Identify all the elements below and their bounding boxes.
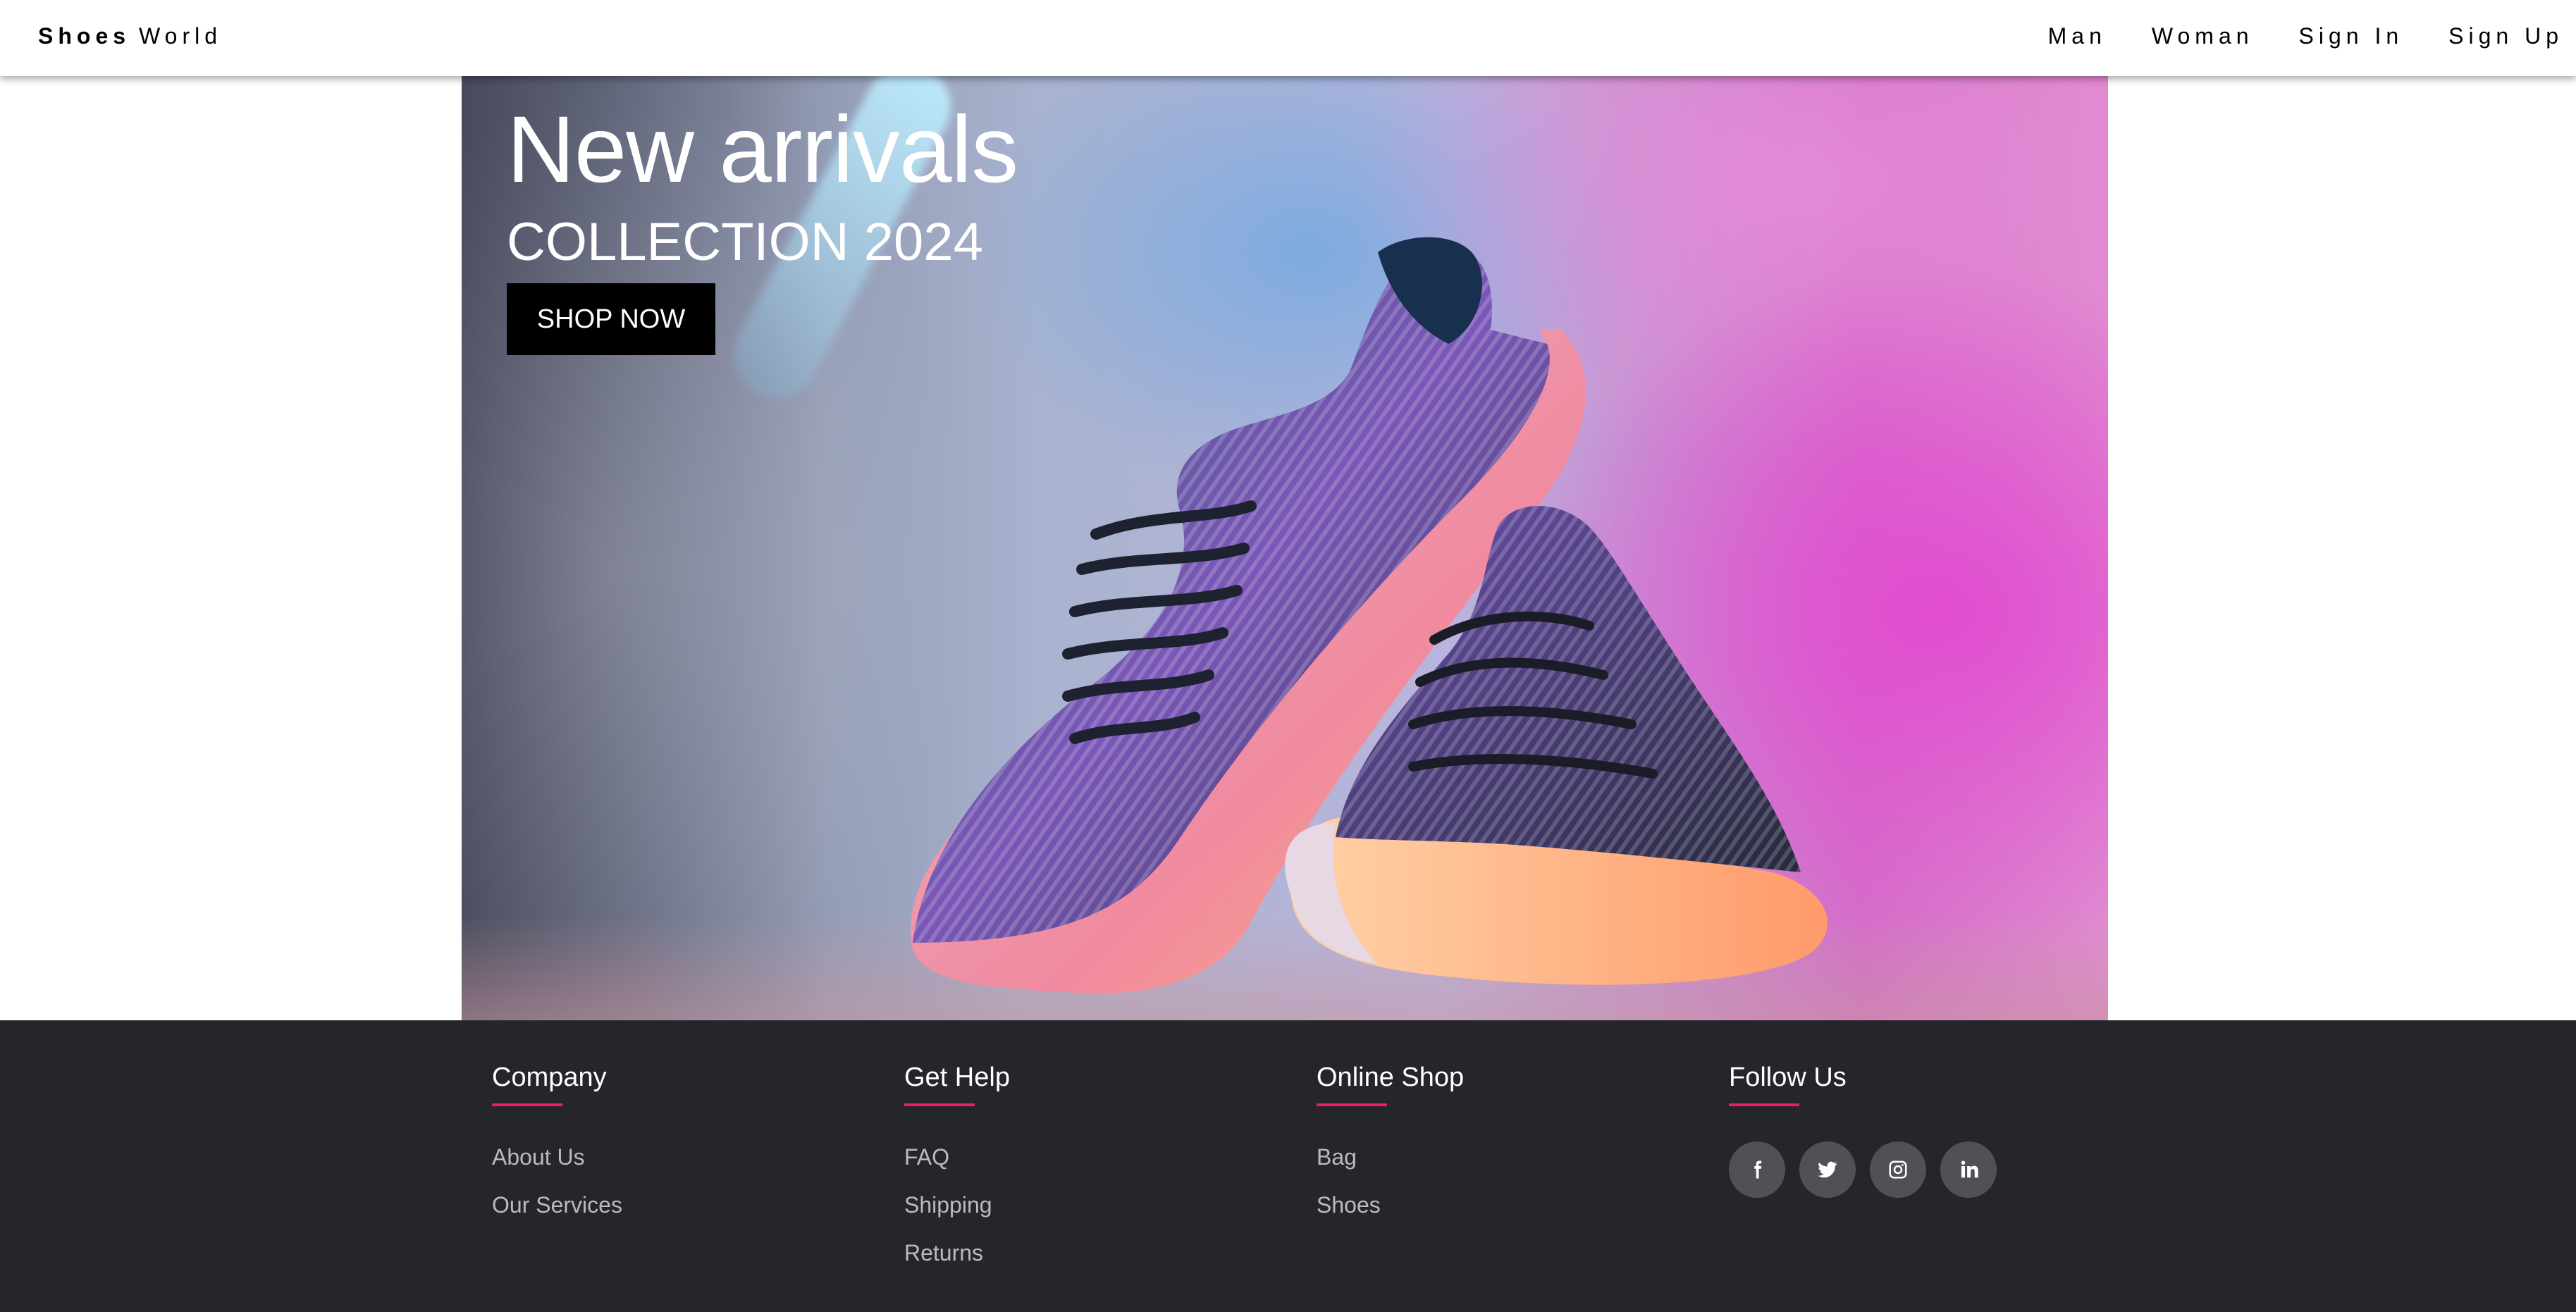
- nav-link-woman[interactable]: Woman: [2152, 23, 2254, 49]
- heading-underline: [1317, 1103, 1387, 1106]
- footer-link-about-us[interactable]: About Us: [492, 1144, 585, 1170]
- facebook-icon: [1754, 1161, 1762, 1179]
- instagram-button[interactable]: [1870, 1141, 1926, 1198]
- footer-link-bag[interactable]: Bag: [1317, 1144, 1357, 1170]
- brand-name-bold: Shoes: [38, 23, 131, 49]
- footer-link-returns[interactable]: Returns: [904, 1240, 983, 1265]
- facebook-button[interactable]: [1729, 1141, 1785, 1198]
- nav-link-sign-in[interactable]: Sign In: [2299, 23, 2404, 49]
- nav-link-man[interactable]: Man: [2048, 23, 2107, 49]
- heading-underline: [1729, 1103, 1799, 1106]
- footer-heading-company: Company: [492, 1063, 607, 1092]
- top-navbar: Shoes World Man Woman Sign In Sign Up: [0, 0, 2576, 76]
- social-links: [1729, 1141, 1997, 1198]
- instagram-icon: [1889, 1161, 1907, 1179]
- nav-link-sign-up[interactable]: Sign Up: [2448, 23, 2563, 49]
- footer-heading-get-help: Get Help: [904, 1063, 1010, 1092]
- heading-underline: [492, 1103, 562, 1106]
- footer-link-faq[interactable]: FAQ: [904, 1144, 949, 1170]
- brand-logo-link[interactable]: Shoes World: [38, 23, 222, 49]
- hero-banner: New arrivals COLLECTION 2024 SHOP NOW: [462, 76, 2108, 1020]
- footer-link-shoes[interactable]: Shoes: [1317, 1192, 1381, 1218]
- twitter-button[interactable]: [1799, 1141, 1856, 1198]
- footer-heading-follow-us: Follow Us: [1729, 1063, 1847, 1092]
- heading-underline: [904, 1103, 975, 1106]
- footer-heading-online-shop: Online Shop: [1317, 1063, 1465, 1092]
- hero-title: New arrivals: [507, 97, 1018, 202]
- hero-subtitle: COLLECTION 2024: [507, 212, 983, 272]
- shop-now-button[interactable]: SHOP NOW: [507, 283, 715, 355]
- nav-links: Man Woman Sign In Sign Up: [2048, 23, 2563, 49]
- footer-link-our-services[interactable]: Our Services: [492, 1192, 622, 1218]
- linkedin-icon: [1961, 1161, 1978, 1178]
- brand-name-rest: World: [139, 23, 223, 49]
- linkedin-button[interactable]: [1940, 1141, 1997, 1198]
- site-footer: Company About Us Our Services Get Help F…: [0, 1020, 2576, 1312]
- footer-link-shipping[interactable]: Shipping: [904, 1192, 992, 1218]
- twitter-icon: [1818, 1161, 1837, 1178]
